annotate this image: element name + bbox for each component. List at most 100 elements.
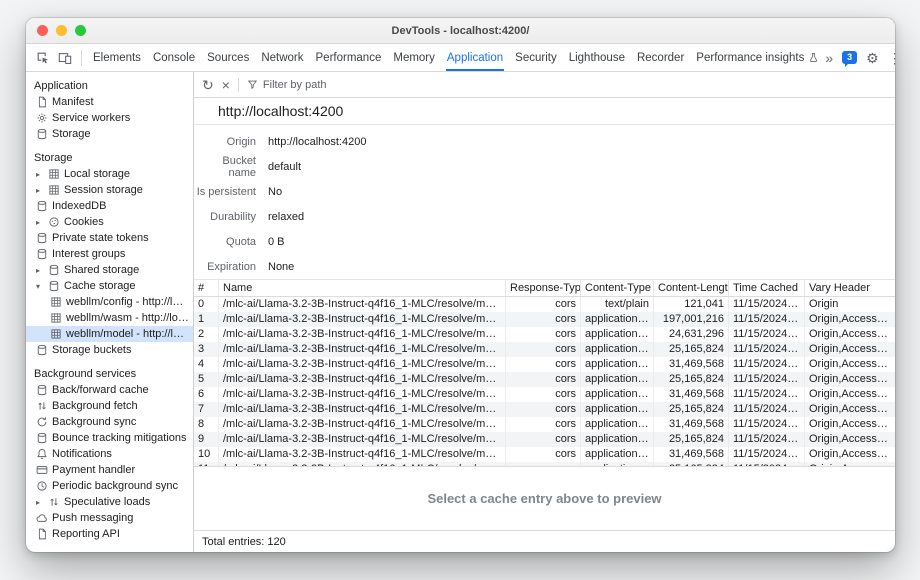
sidebar-item-service-workers[interactable]: Service workers bbox=[26, 110, 193, 126]
chevron-right-icon[interactable]: ▸ bbox=[36, 218, 48, 227]
storage-database-icon bbox=[36, 128, 52, 140]
overflow-menu-icon[interactable]: ⋮ bbox=[888, 51, 895, 65]
column-header-index[interactable]: # bbox=[194, 280, 219, 296]
database-icon bbox=[36, 248, 52, 260]
sidebar-item-periodic-background-sync[interactable]: Periodic background sync bbox=[26, 478, 193, 494]
database-icon bbox=[36, 232, 52, 244]
sidebar-item-storage[interactable]: Storage bbox=[26, 126, 193, 142]
bell-icon bbox=[36, 448, 52, 460]
tab-sources[interactable]: Sources bbox=[201, 44, 255, 71]
sidebar-item-local-storage[interactable]: ▸ Local storage bbox=[26, 166, 193, 182]
cache-entry-row[interactable]: 8 /mlc-ai/Llama-3.2-3B-Instruct-q4f16_1-… bbox=[194, 417, 895, 432]
sidebar-item-indexeddb[interactable]: IndexedDB bbox=[26, 198, 193, 214]
cache-statusbar: Total entries: 120 bbox=[194, 530, 895, 552]
cache-entry-row[interactable]: 5 /mlc-ai/Llama-3.2-3B-Instruct-q4f16_1-… bbox=[194, 372, 895, 387]
grid-header: # Name Response-Type Content-Type Conten… bbox=[194, 280, 895, 297]
sidebar-item-webllm-wasm[interactable]: webllm/wasm - http://loca… bbox=[26, 310, 193, 326]
sidebar-item-back-forward-cache[interactable]: Back/forward cache bbox=[26, 382, 193, 398]
database-icon bbox=[36, 432, 52, 444]
sidebar-item-background-sync[interactable]: Background sync bbox=[26, 414, 193, 430]
up-down-arrows-icon bbox=[48, 496, 64, 508]
cache-entry-row[interactable]: 10 /mlc-ai/Llama-3.2-3B-Instruct-q4f16_1… bbox=[194, 447, 895, 462]
section-header-storage[interactable]: Storage bbox=[26, 150, 193, 166]
column-header-content-type[interactable]: Content-Type bbox=[581, 280, 654, 296]
chevron-right-icon[interactable]: ▸ bbox=[36, 170, 48, 179]
sidebar-item-webllm-config[interactable]: webllm/config - http://loc… bbox=[26, 294, 193, 310]
sidebar-item-bounce-tracking-mitigations[interactable]: Bounce tracking mitigations bbox=[26, 430, 193, 446]
column-header-content-length[interactable]: Content-Length bbox=[654, 280, 729, 296]
column-header-response-type[interactable]: Response-Type bbox=[506, 280, 581, 296]
cache-entry-row[interactable]: 6 /mlc-ai/Llama-3.2-3B-Instruct-q4f16_1-… bbox=[194, 387, 895, 402]
database-icon bbox=[36, 384, 52, 396]
table-icon bbox=[50, 328, 66, 340]
table-icon bbox=[50, 312, 66, 324]
device-toolbar-icon[interactable] bbox=[54, 47, 76, 69]
refresh-icon[interactable]: ↻ bbox=[202, 78, 214, 92]
database-icon bbox=[48, 280, 64, 292]
chevron-right-icon[interactable]: ▸ bbox=[36, 498, 48, 507]
delete-icon[interactable]: × bbox=[222, 78, 230, 92]
chevron-right-icon[interactable]: ▸ bbox=[36, 186, 48, 195]
preview-placeholder-text: Select a cache entry above to preview bbox=[427, 491, 661, 506]
tab-performance-insights[interactable]: Performance insights bbox=[690, 44, 825, 71]
sidebar-item-notifications[interactable]: Notifications bbox=[26, 446, 193, 462]
column-header-time-cached[interactable]: Time Cached bbox=[729, 280, 805, 296]
cache-entry-row[interactable]: 3 /mlc-ai/Llama-3.2-3B-Instruct-q4f16_1-… bbox=[194, 342, 895, 357]
meta-row-expiration: Expiration None bbox=[194, 254, 895, 279]
tab-security[interactable]: Security bbox=[509, 44, 563, 71]
tab-performance[interactable]: Performance bbox=[310, 44, 388, 71]
service-workers-icon bbox=[36, 112, 52, 124]
settings-gear-icon[interactable]: ⚙ bbox=[866, 51, 879, 65]
cache-origin-title: http://localhost:4200 bbox=[194, 98, 895, 125]
section-header-application[interactable]: Application bbox=[26, 78, 193, 94]
sidebar-item-cache-storage[interactable]: ▾ Cache storage bbox=[26, 278, 193, 294]
more-tabs-icon[interactable]: » bbox=[825, 50, 833, 66]
cache-entry-row[interactable]: 4 /mlc-ai/Llama-3.2-3B-Instruct-q4f16_1-… bbox=[194, 357, 895, 372]
tab-console[interactable]: Console bbox=[147, 44, 201, 71]
sidebar-item-private-state-tokens[interactable]: Private state tokens bbox=[26, 230, 193, 246]
sidebar-item-background-fetch[interactable]: Background fetch bbox=[26, 398, 193, 414]
cache-panel: ↻ × http://localhost:4200 Origin http://… bbox=[194, 72, 895, 552]
manifest-file-icon bbox=[36, 96, 52, 108]
column-header-vary-header[interactable]: Vary Header bbox=[805, 280, 895, 296]
inspect-element-icon[interactable] bbox=[32, 47, 54, 69]
column-header-name[interactable]: Name bbox=[219, 280, 506, 296]
sidebar-item-manifest[interactable]: Manifest bbox=[26, 94, 193, 110]
sidebar-item-shared-storage[interactable]: ▸ Shared storage bbox=[26, 262, 193, 278]
sidebar-item-session-storage[interactable]: ▸ Session storage bbox=[26, 182, 193, 198]
meta-row-is-persistent: Is persistent No bbox=[194, 179, 895, 204]
tab-elements[interactable]: Elements bbox=[87, 44, 147, 71]
tab-application[interactable]: Application bbox=[441, 44, 509, 71]
sidebar-item-reporting-api[interactable]: Reporting API bbox=[26, 526, 193, 542]
tab-memory[interactable]: Memory bbox=[387, 44, 441, 71]
cache-entry-row[interactable]: 0 /mlc-ai/Llama-3.2-3B-Instruct-q4f16_1-… bbox=[194, 297, 895, 312]
section-storage: Storage ▸ Local storage ▸ Session storag… bbox=[26, 150, 193, 358]
sidebar-item-payment-handler[interactable]: Payment handler bbox=[26, 462, 193, 478]
messages-badge-icon[interactable]: 3 bbox=[842, 51, 857, 64]
chevron-right-icon[interactable]: ▸ bbox=[36, 266, 48, 275]
section-header-background-services[interactable]: Background services bbox=[26, 366, 193, 382]
cache-entry-row[interactable]: 9 /mlc-ai/Llama-3.2-3B-Instruct-q4f16_1-… bbox=[194, 432, 895, 447]
sidebar-item-cookies[interactable]: ▸ Cookies bbox=[26, 214, 193, 230]
cache-toolbar: ↻ × bbox=[194, 72, 895, 98]
sidebar-item-interest-groups[interactable]: Interest groups bbox=[26, 246, 193, 262]
sidebar-item-push-messaging[interactable]: Push messaging bbox=[26, 510, 193, 526]
tab-recorder[interactable]: Recorder bbox=[631, 44, 690, 71]
filter-by-path-input[interactable] bbox=[263, 79, 403, 91]
sidebar-item-webllm-model[interactable]: webllm/model - http://loc… bbox=[26, 326, 193, 342]
cache-entry-row[interactable]: 2 /mlc-ai/Llama-3.2-3B-Instruct-q4f16_1-… bbox=[194, 327, 895, 342]
database-icon bbox=[36, 344, 52, 356]
meta-row-bucket-name: Bucket name default bbox=[194, 154, 895, 179]
grid-rows: 0 /mlc-ai/Llama-3.2-3B-Instruct-q4f16_1-… bbox=[194, 297, 895, 466]
experiment-flask-icon bbox=[808, 52, 819, 63]
sidebar-item-storage-buckets[interactable]: Storage buckets bbox=[26, 342, 193, 358]
cache-entry-row[interactable]: 1 /mlc-ai/Llama-3.2-3B-Instruct-q4f16_1-… bbox=[194, 312, 895, 327]
cache-entry-row[interactable]: 7 /mlc-ai/Llama-3.2-3B-Instruct-q4f16_1-… bbox=[194, 402, 895, 417]
meta-row-origin: Origin http://localhost:4200 bbox=[194, 129, 895, 154]
section-application: Application Manifest Service workers Sto… bbox=[26, 78, 193, 142]
payment-card-icon bbox=[36, 464, 52, 476]
tab-network[interactable]: Network bbox=[255, 44, 309, 71]
tab-lighthouse[interactable]: Lighthouse bbox=[563, 44, 631, 71]
sidebar-item-speculative-loads[interactable]: ▸ Speculative loads bbox=[26, 494, 193, 510]
chevron-down-icon[interactable]: ▾ bbox=[36, 282, 48, 291]
